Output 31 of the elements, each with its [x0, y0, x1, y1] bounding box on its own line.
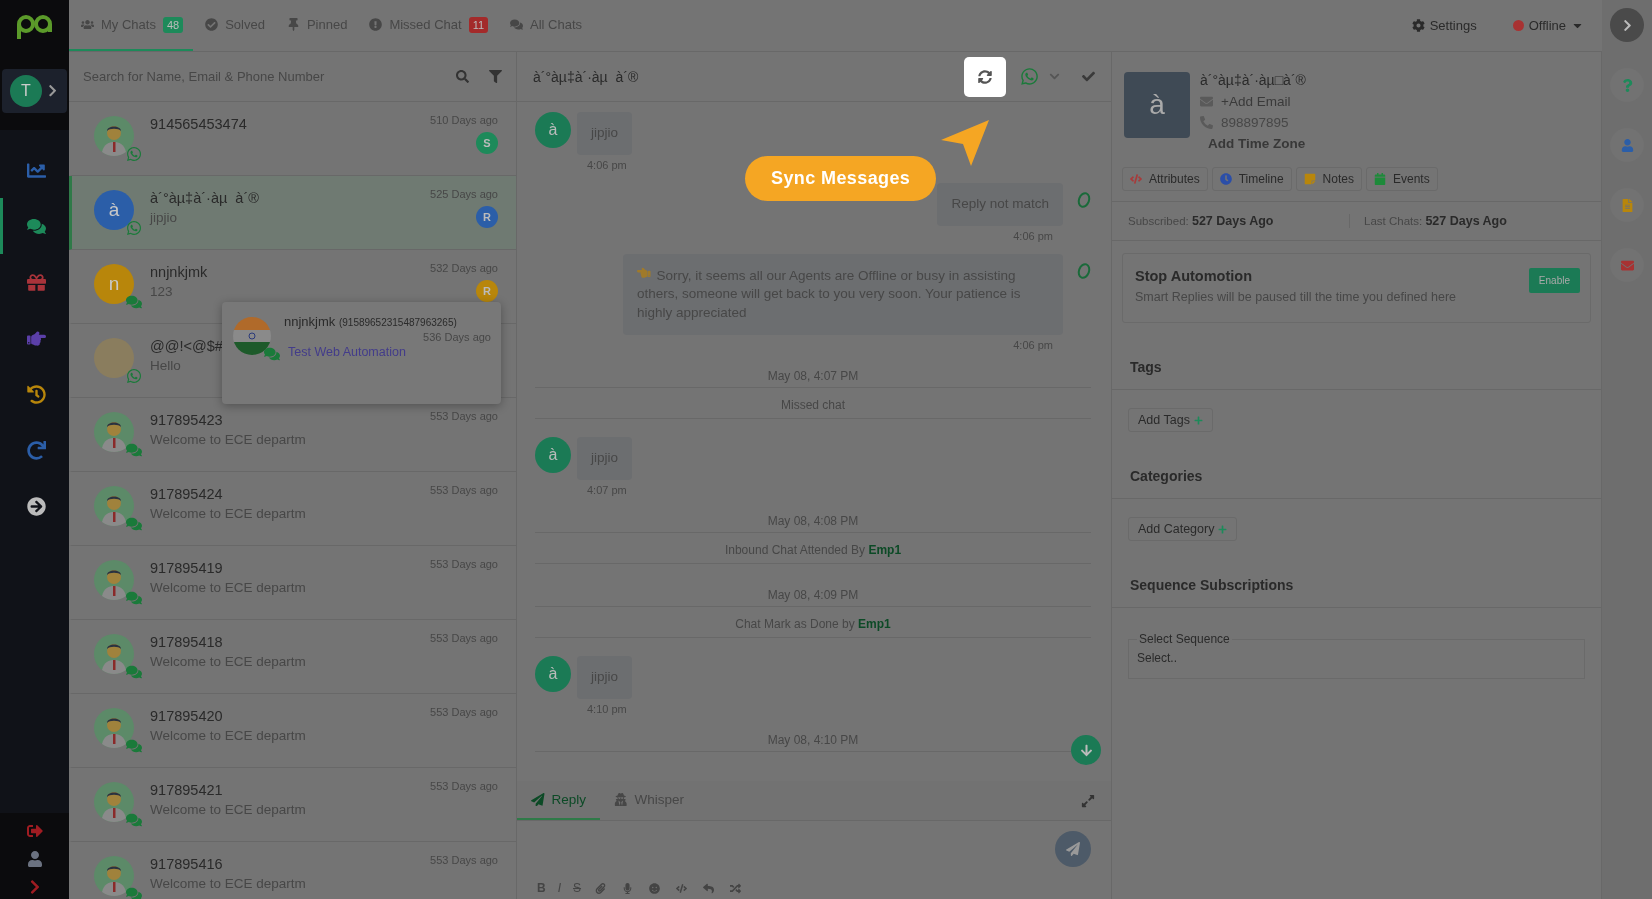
contact-name: nnjnkjmk [150, 264, 208, 280]
letter-avatar: n [94, 264, 134, 304]
agent-avatar: S [476, 132, 498, 154]
last-message: Test Web Automation [288, 345, 407, 359]
contact-name: à´°àµ‡à´·àµ à´® [150, 190, 259, 206]
contact-name: 917895419 [150, 560, 223, 576]
agent-avatar: R [476, 206, 498, 228]
contact-name: 917895418 [150, 634, 223, 650]
contact-name: 917895423 [150, 412, 223, 428]
contact-name: 917895424 [150, 486, 223, 502]
profile-avatar: à [1124, 72, 1190, 138]
contact-name: 914565453474 [150, 116, 247, 132]
agent-avatar: R [476, 280, 498, 302]
contact-name: @@!<@$# [150, 338, 223, 354]
section-title: Sequence Subscriptions [1112, 541, 1601, 608]
contact-avatar: à [535, 655, 571, 692]
card-title: Stop Automotion [1135, 268, 1254, 284]
section-title: Categories [1112, 432, 1601, 499]
letter-avatar: à [94, 190, 134, 230]
contact-avatar: à [535, 436, 571, 473]
contact-avatar: à [535, 112, 571, 148]
conversation-title: à´°àµ‡à´·àµ à´® [533, 68, 639, 85]
sync-messages-callout: Sync Messages [745, 156, 937, 201]
section-title: Tags [1112, 323, 1601, 390]
contact-name: 917895416 [150, 856, 223, 872]
profile-name: à´°àµ‡à´·àµ□à´® [1200, 72, 1306, 88]
user-avatar: T [9, 75, 42, 107]
count-badge: 48 [162, 16, 184, 33]
contact-name: 917895421 [150, 782, 223, 798]
contact-name: 917895420 [150, 708, 223, 724]
count-badge: 11 [468, 16, 489, 33]
